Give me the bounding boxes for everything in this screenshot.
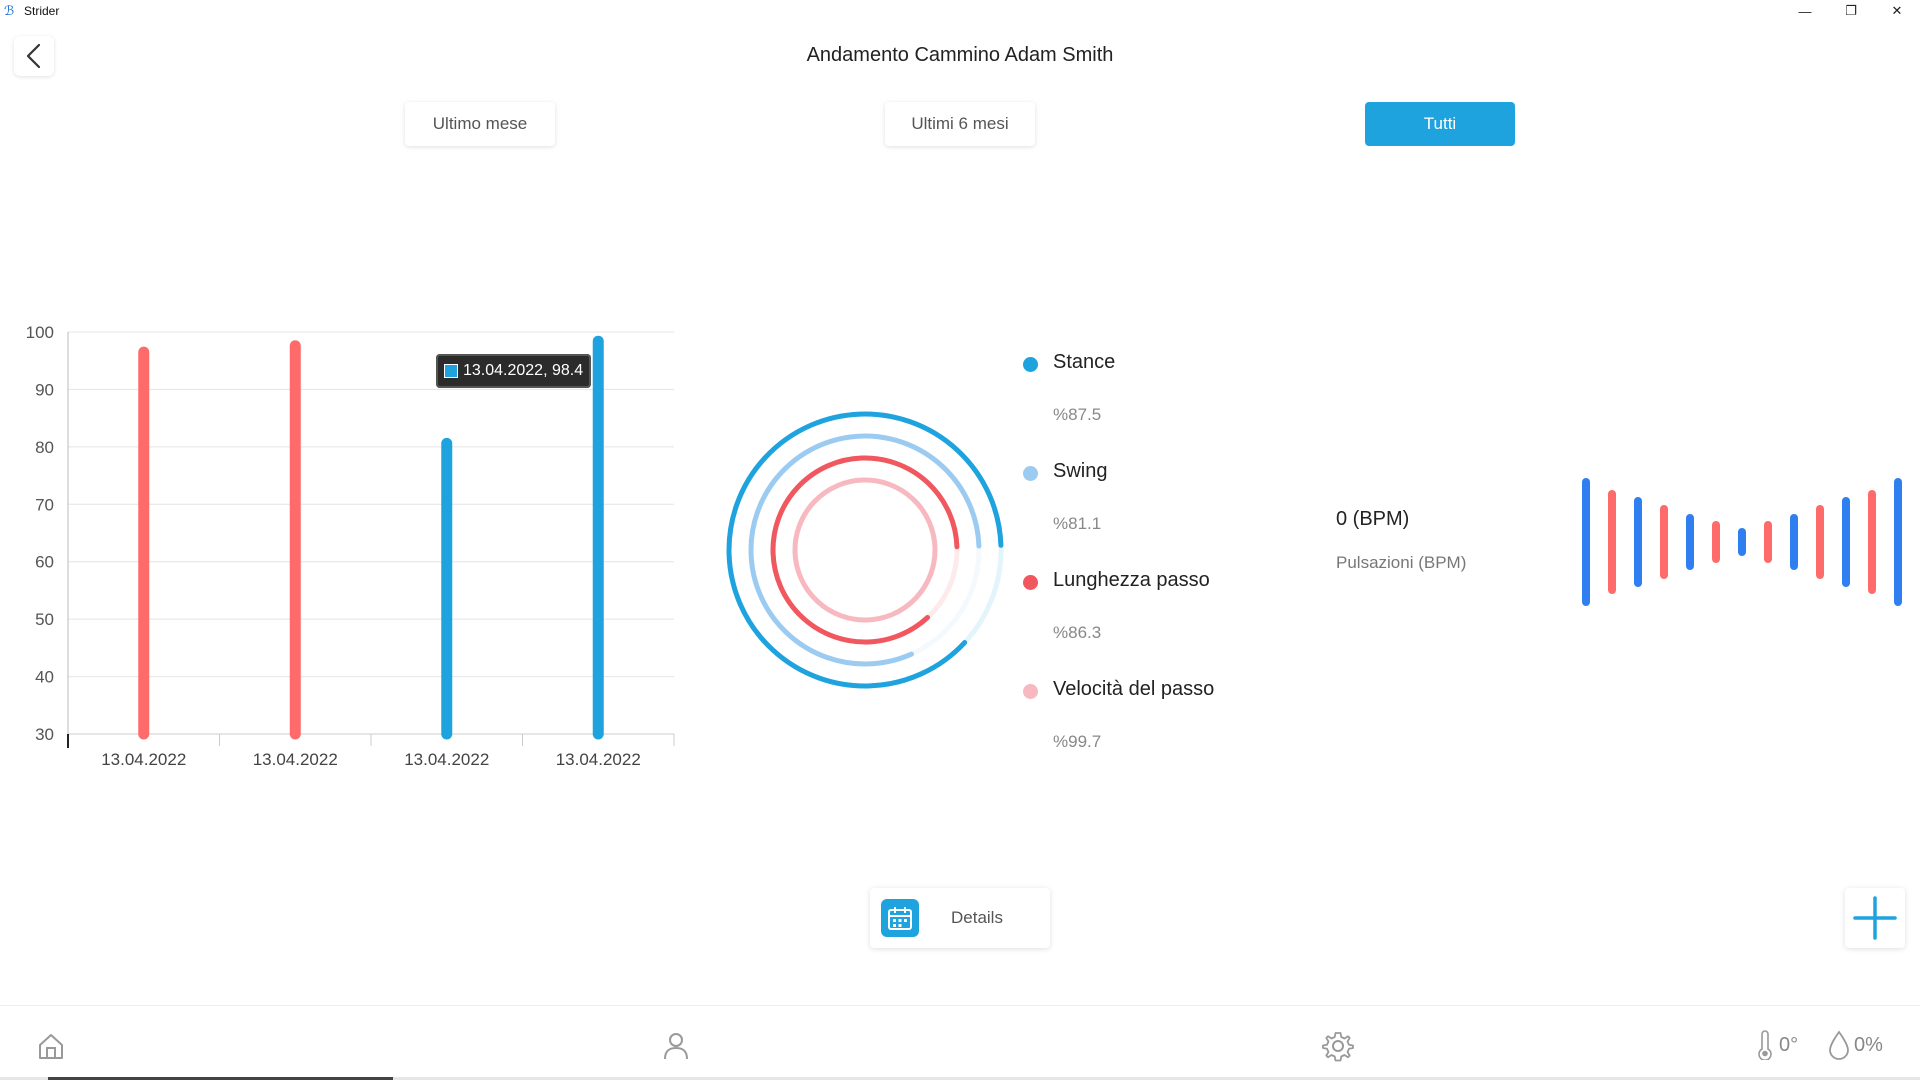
legend-label: Swing (1053, 460, 1108, 482)
add-button[interactable] (1845, 888, 1905, 948)
page-title: Andamento Cammino Adam Smith (806, 44, 1114, 66)
tooltip-swatch (444, 364, 458, 378)
legend-item-step-length: Lunghezza passo %86.3 (1020, 568, 1320, 677)
legend-label: Lunghezza passo (1053, 569, 1210, 591)
calendar-icon (881, 899, 919, 937)
y-tick-label: 30 (35, 725, 54, 744)
legend-value: %99.7 (1053, 732, 1102, 751)
temperature-value: 0° (1779, 1033, 1799, 1056)
legend-dot (1023, 684, 1038, 699)
legend-label: Stance (1053, 351, 1116, 373)
title-bar: ℬ Strider — ❐ ✕ (0, 0, 1920, 22)
legend-value: %86.3 (1053, 623, 1102, 642)
x-tick-label: 13.04.2022 (253, 750, 338, 769)
ring-progress (748, 433, 982, 667)
chart-tooltip: 13.04.2022, 98.4 (436, 354, 592, 388)
legend-item-swing: Swing %81.1 (1020, 459, 1320, 568)
y-tick-label: 40 (35, 668, 54, 687)
maximize-button[interactable]: ❐ (1828, 0, 1874, 22)
thermometer-icon (1758, 1030, 1772, 1060)
ring-progress (792, 477, 938, 623)
minimize-button[interactable]: — (1782, 0, 1828, 22)
y-tick-label: 50 (35, 610, 54, 629)
rings-legend: Stance %87.5 Swing %81.1 Lunghezza passo… (1020, 350, 1320, 786)
legend-dot (1023, 575, 1038, 590)
y-tick-label: 80 (35, 438, 54, 457)
legend-item-step-speed: Velocità del passo %99.7 (1020, 677, 1320, 786)
filter-all-button[interactable]: Tutti (1365, 102, 1515, 146)
details-label: Details (951, 908, 1003, 927)
y-tick-label: 90 (35, 380, 54, 399)
heart-rate-value: 0 (BPM) (1336, 508, 1410, 530)
legend-item-stance: Stance %87.5 (1020, 350, 1320, 459)
details-button[interactable]: Details (870, 888, 1050, 948)
ring-progress (726, 411, 1004, 689)
temperature-status: 0° (1757, 1030, 1798, 1060)
x-tick-label: 13.04.2022 (556, 750, 641, 769)
y-tick-label: 100 (26, 323, 54, 342)
y-tick-label: 60 (35, 553, 54, 572)
legend-label: Velocità del passo (1053, 678, 1215, 700)
close-button[interactable]: ✕ (1874, 0, 1920, 22)
y-tick-label: 70 (35, 495, 54, 514)
humidity-value: 0% (1854, 1033, 1883, 1056)
app-window: ℬ Strider — ❐ ✕ Andamento Cammino Adam S… (0, 0, 1920, 1080)
humidity-status: 0% (1828, 1030, 1883, 1060)
tooltip-text: 13.04.2022, 98.4 (463, 362, 584, 379)
profile-icon[interactable] (658, 1028, 694, 1064)
legend-value: %87.5 (1053, 405, 1102, 424)
filter-last-6-months-button[interactable]: Ultimi 6 mesi (885, 102, 1035, 146)
heart-rate-label: Pulsazioni (BPM) (1336, 553, 1467, 572)
legend-value: %81.1 (1053, 514, 1102, 533)
legend-dot (1023, 357, 1038, 372)
filter-last-month-button[interactable]: Ultimo mese (405, 102, 555, 146)
progress-rings (726, 411, 1004, 689)
bottom-navigation: 0° 0% (0, 1005, 1920, 1080)
x-tick-label: 13.04.2022 (101, 750, 186, 769)
plus-icon (1853, 896, 1897, 940)
heartbeat-wave-graphic (1582, 478, 1902, 606)
app-logo-icon: ℬ (4, 3, 15, 18)
water-drop-icon (1829, 1030, 1849, 1060)
settings-gear-icon[interactable] (1320, 1028, 1356, 1064)
window-controls: — ❐ ✕ (1782, 0, 1920, 22)
x-tick-label: 13.04.2022 (404, 750, 489, 769)
home-icon[interactable] (33, 1028, 69, 1064)
legend-dot (1023, 466, 1038, 481)
app-name: Strider (24, 4, 60, 18)
